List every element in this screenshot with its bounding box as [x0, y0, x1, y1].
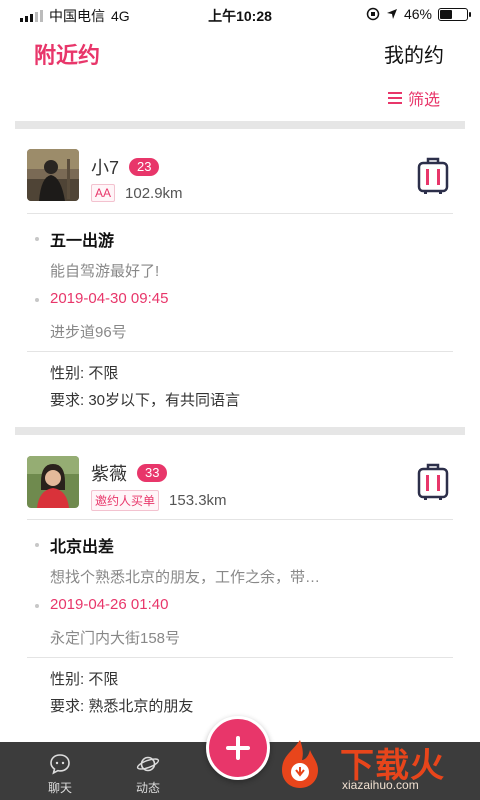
- card-divider: [27, 351, 453, 352]
- card-divider: [27, 657, 453, 658]
- date-time: 2019-04-26 01:40: [50, 596, 169, 613]
- requirement: 要求: 30岁以下，有共同语言: [50, 392, 241, 409]
- avatar[interactable]: [27, 149, 79, 201]
- gender-requirement: 性别: 不限: [50, 671, 119, 688]
- section-divider: [15, 427, 465, 435]
- payment-tag: AA: [91, 184, 116, 202]
- planet-icon: [136, 756, 160, 772]
- date-description: 想找个熟悉北京的朋友，工作之余，带…: [50, 569, 321, 586]
- filter-button[interactable]: 筛选: [387, 86, 440, 110]
- date-description: 能自驾游最好了!: [50, 263, 160, 280]
- tab-my-dates[interactable]: 我的约: [384, 39, 444, 68]
- card-divider: [27, 213, 453, 214]
- user-name: 小7: [91, 158, 120, 178]
- section-divider: [15, 121, 465, 129]
- menu-icon: [387, 92, 402, 104]
- date-time: 2019-04-30 09:45: [50, 290, 169, 307]
- distance: 102.9km: [125, 184, 183, 202]
- tab-moments[interactable]: 动态: [118, 752, 178, 796]
- date-title: 北京出差: [50, 539, 115, 556]
- age-badge: 33: [137, 464, 168, 482]
- watermark-logo: 下载火 xiazaihuo.com: [270, 736, 470, 794]
- status-bar: 中国电信 4G 上午10:28 46%: [0, 0, 480, 28]
- battery-icon: [438, 7, 471, 21]
- date-location: 永定门内大街158号: [50, 630, 181, 647]
- date-card[interactable]: 小7 23 AA 102.9km 五一出游 能自驾游最好了! 2019-04-3…: [15, 129, 465, 425]
- date-card[interactable]: 紫薇 33 邀约人买单 153.3km 北京出差 想找个熟悉北京的朋友，工作之余…: [15, 435, 465, 735]
- chat-icon: [50, 754, 70, 775]
- filter-label: 筛选: [407, 92, 440, 109]
- bullet: [35, 237, 39, 241]
- add-date-button[interactable]: [206, 716, 270, 780]
- bullet: [35, 604, 39, 608]
- luggage-icon: [417, 157, 449, 194]
- header: 附近约 我的约: [0, 28, 480, 78]
- distance: 153.3km: [169, 492, 227, 509]
- luggage-icon: [417, 463, 449, 500]
- user-name: 紫薇: [91, 464, 127, 484]
- tab-chat[interactable]: 聊天: [30, 752, 90, 796]
- payment-tag: 邀约人买单: [91, 490, 160, 511]
- location-icon: [386, 9, 397, 19]
- flame-icon: [282, 740, 318, 788]
- requirement: 要求: 熟悉北京的朋友: [50, 698, 194, 715]
- watermark-url: xiazaihuo.com: [342, 778, 419, 792]
- orientation-lock-icon: [366, 7, 380, 21]
- age-badge: 23: [129, 158, 160, 176]
- date-title: 五一出游: [50, 233, 115, 250]
- avatar[interactable]: [27, 456, 79, 508]
- gender-requirement: 性别: 不限: [50, 365, 119, 382]
- tab-label: 聊天: [47, 781, 72, 795]
- card-divider: [27, 519, 453, 520]
- date-location: 进步道96号: [50, 324, 127, 341]
- tab-label: 动态: [135, 781, 160, 795]
- tab-nearby[interactable]: 附近约: [34, 38, 100, 70]
- bullet: [35, 543, 39, 547]
- bullet: [35, 298, 39, 302]
- battery-percent: 46%: [403, 6, 432, 22]
